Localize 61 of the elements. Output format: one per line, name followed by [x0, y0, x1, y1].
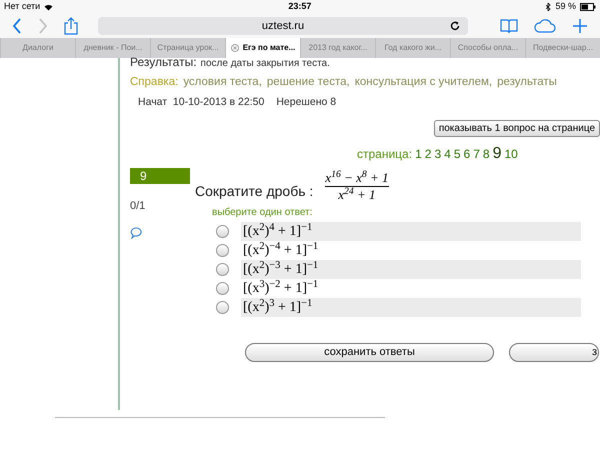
radio-button[interactable]	[216, 263, 229, 276]
help-link[interactable]: консультация с учителем,	[354, 74, 492, 92]
results-text: после даты закрытия теста.	[200, 57, 330, 71]
fraction-formula: x$^{16}$ − x$^{8}$ + 1 x$^{24}$ + 1	[325, 170, 389, 203]
address-bar[interactable]: uztest.ru	[98, 17, 468, 35]
help-link[interactable]: условия теста,	[183, 74, 262, 92]
page-link[interactable]: 8	[482, 145, 490, 163]
page-link[interactable]: 10	[504, 145, 518, 163]
pagination-label: страница:	[357, 146, 412, 163]
page-link[interactable]: 3	[434, 145, 442, 163]
comment-icon[interactable]	[130, 226, 142, 238]
radio-button[interactable]	[216, 282, 229, 295]
wifi-icon	[44, 4, 54, 10]
question-prompt: Сократите дробь :	[195, 182, 314, 201]
unsolved-count: Нерешено 8	[276, 95, 336, 110]
battery-icon	[580, 3, 596, 11]
back-button[interactable]	[12, 18, 22, 34]
answer-option: [(x$^{2}$)$^{4}$ + 1]$^{−1}$	[241, 222, 581, 241]
bluetooth-icon	[546, 3, 552, 11]
answer-option: [(x$^{2}$)$^{−3}$ + 1]$^{−1}$	[241, 260, 581, 279]
radio-button[interactable]	[216, 225, 229, 238]
help-link[interactable]: решение теста,	[266, 74, 350, 92]
browser-tab[interactable]: дневник - Пои...	[75, 38, 150, 58]
answer-instruction: выберите один ответ:	[212, 206, 314, 220]
browser-tab[interactable]: Егэ по мате...	[225, 38, 300, 58]
radio-button[interactable]	[216, 301, 229, 314]
icloud-tabs-button[interactable]	[534, 19, 556, 33]
share-button[interactable]	[64, 17, 78, 35]
page-link[interactable]: 7	[473, 145, 480, 163]
help-link[interactable]: результаты	[497, 74, 557, 92]
answer-option: [(x$^{2}$)$^{3}$ + 1]$^{−1}$	[241, 298, 581, 317]
page-link[interactable]: 6	[464, 145, 470, 163]
answer-option: [(x$^{2}$)$^{−4}$ + 1]$^{−1}$	[241, 241, 581, 260]
questions-per-page-button[interactable]: показывать 1 вопрос на странице	[434, 120, 600, 137]
clock-text: 23:57	[288, 0, 312, 14]
browser-tab[interactable]: 2013 год каког...	[300, 38, 375, 58]
radio-button[interactable]	[216, 244, 229, 257]
page-link[interactable]: 2	[424, 145, 432, 163]
close-icon[interactable]	[230, 44, 239, 52]
page-link[interactable]: 1	[415, 145, 422, 163]
help-label: Справка:	[130, 75, 178, 90]
reload-icon[interactable]	[450, 21, 460, 31]
browser-tab[interactable]: Страница урок...	[150, 38, 225, 58]
browser-tab[interactable]: Диалоги	[0, 38, 75, 58]
form-button[interactable]: з	[509, 343, 599, 362]
new-tab-button[interactable]	[572, 18, 588, 34]
carrier-text: Нет сети	[4, 0, 40, 14]
answer-option: [(x$^{3}$)$^{−2}$ + 1]$^{−1}$	[241, 279, 581, 298]
browser-tab[interactable]: Год какого жи...	[375, 38, 450, 58]
page-link[interactable]: 9	[492, 142, 502, 166]
start-time-text: Начат 10-10-2013 в 22:50	[138, 95, 264, 110]
browser-tab[interactable]: Подвески-шар...	[525, 38, 600, 58]
page-link[interactable]: 4	[444, 145, 451, 163]
form-button[interactable]: сохранить ответы	[245, 343, 494, 362]
question-number: 9	[130, 168, 190, 184]
score-text: 0/1	[130, 199, 146, 214]
page-link[interactable]: 5	[454, 145, 460, 163]
url-text: uztest.ru	[262, 18, 304, 34]
battery-text: 59 %	[555, 0, 576, 14]
browser-tab[interactable]: Способы опла...	[450, 38, 525, 58]
bookmarks-button[interactable]	[500, 18, 518, 34]
